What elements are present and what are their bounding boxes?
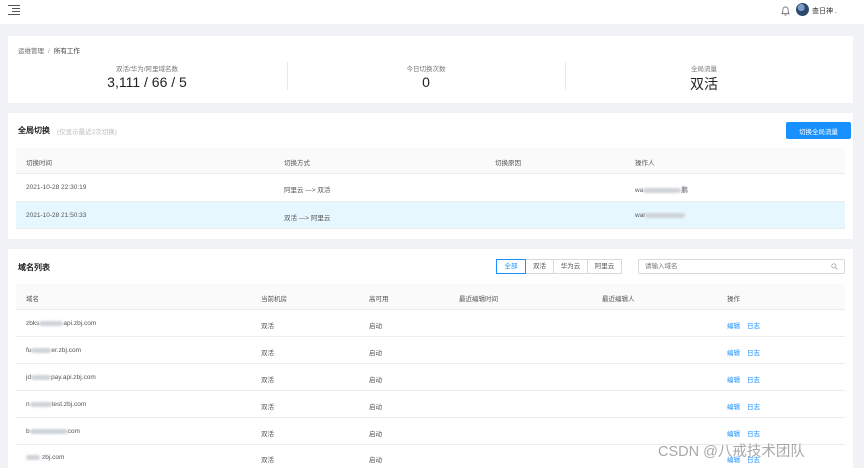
domain-list-card: 域名列表 全部 双活 华为云 阿里云 域名 当前机房 高可用 最近编辑时间 最近… <box>8 249 853 468</box>
avatar[interactable] <box>796 3 809 16</box>
high-availability: 启动 <box>369 431 382 438</box>
row-actions: 编辑 日志 <box>727 347 767 357</box>
csdn-watermark: CSDN @八戒技术团队 <box>658 444 805 460</box>
column-header: 高可用 <box>369 296 389 303</box>
search-icon[interactable] <box>831 263 838 270</box>
table-row[interactable]: n test.zbj.com 双活 启动 编辑 日志 <box>16 391 845 418</box>
current-room: 双活 <box>261 404 274 411</box>
stat-value: 双活 <box>690 76 718 92</box>
column-header: 当前机房 <box>261 296 287 303</box>
column-header: 操作 <box>727 296 740 303</box>
divider <box>287 62 288 90</box>
breadcrumb-current: 所有工作 <box>53 48 80 55</box>
log-link[interactable]: 日志 <box>747 377 760 384</box>
high-availability: 启动 <box>369 350 382 357</box>
domain-name: zbj.com <box>26 454 64 461</box>
domain-name: zbks api.zbj.com <box>26 320 97 327</box>
column-header: 切换原因 <box>495 160 521 167</box>
high-availability: 启动 <box>369 404 382 411</box>
top-bar: 查日神 . <box>0 0 864 24</box>
edit-link[interactable]: 编辑 <box>727 404 740 411</box>
edit-link[interactable]: 编辑 <box>727 323 740 330</box>
column-header: 切换时间 <box>26 160 52 167</box>
stat-switch-count: 今日切换次数 0 <box>336 63 516 90</box>
switch-method: 双活 —> 阿里云 <box>284 215 331 222</box>
row-actions: 编辑 日志 <box>727 320 767 330</box>
switch-global-traffic-button[interactable]: 切换全局流量 <box>786 122 851 139</box>
stat-value: 0 <box>422 74 430 90</box>
divider <box>565 62 566 90</box>
log-link[interactable]: 日志 <box>747 323 760 330</box>
domain-name: fu er.zbj.com <box>26 347 82 354</box>
filter-active-active[interactable]: 双活 <box>525 259 554 274</box>
stat-global-traffic: 全局流量 双活 <box>614 63 794 94</box>
current-room: 双活 <box>261 377 274 384</box>
breadcrumb-parent[interactable]: 运维管理 <box>18 48 44 55</box>
domain-name: jd pay.api.zbj.com <box>26 374 96 381</box>
column-header: 域名 <box>26 296 39 303</box>
stat-value: 3,111 / 66 / 5 <box>107 74 187 90</box>
filter-aliyun[interactable]: 阿里云 <box>587 259 622 274</box>
domain-name: b com <box>26 428 80 435</box>
section-title: 域名列表 <box>18 263 50 272</box>
filter-all[interactable]: 全部 <box>496 259 526 274</box>
table-row[interactable]: 2021-10-28 21:50:33 双活 —> 阿里云 war <box>16 202 845 229</box>
log-link[interactable]: 日志 <box>747 431 760 438</box>
domain-name: n test.zbj.com <box>26 401 87 408</box>
row-actions: 编辑 日志 <box>727 374 767 384</box>
table-row[interactable]: jd pay.api.zbj.com 双活 启动 编辑 日志 <box>16 364 845 391</box>
stat-label: 全局流量 <box>691 66 717 73</box>
bell-icon[interactable] <box>781 6 790 16</box>
high-availability: 启动 <box>369 377 382 384</box>
column-header: 操作人 <box>635 160 655 167</box>
log-link[interactable]: 日志 <box>747 350 760 357</box>
current-room: 双活 <box>261 323 274 330</box>
edit-link[interactable]: 编辑 <box>727 377 740 384</box>
stat-label: 今日切换次数 <box>406 66 446 73</box>
section-title: 全局切换 <box>18 126 50 135</box>
column-header: 最近编辑时间 <box>459 296 498 303</box>
current-room: 双活 <box>261 431 274 438</box>
table-row[interactable]: 2021-10-28 22:30:19 阿里云 —> 双活 wa 鹏 <box>16 174 845 202</box>
domain-table-header: 域名 当前机房 高可用 最近编辑时间 最近编辑人 操作 <box>16 284 845 310</box>
high-availability: 启动 <box>369 457 382 464</box>
summary-card: 运维管理 / 所有工作 双活/华为/阿里域名数 3,111 / 66 / 5 今日切… <box>8 36 853 103</box>
breadcrumb: 运维管理 / 所有工作 <box>18 48 80 55</box>
user-name[interactable]: 查日神 . <box>812 6 837 16</box>
table-row[interactable]: zbks api.zbj.com 双活 启动 编辑 日志 <box>16 310 845 337</box>
row-actions: 编辑 日志 <box>727 401 767 411</box>
current-room: 双活 <box>261 350 274 357</box>
stat-label: 双活/华为/阿里域名数 <box>115 66 179 73</box>
operator: war <box>635 212 686 219</box>
table-row[interactable]: fu er.zbj.com 双活 启动 编辑 日志 <box>16 337 845 364</box>
global-switch-card: 全局切换 (仅显示最近2次切换) 切换全局流量 切换时间 切换方式 切换原因 操… <box>8 113 853 239</box>
switch-time: 2021-10-28 21:50:33 <box>26 212 87 219</box>
column-header: 切换方式 <box>284 160 310 167</box>
log-link[interactable]: 日志 <box>747 404 760 411</box>
switch-table-header: 切换时间 切换方式 切换原因 操作人 <box>16 148 845 174</box>
edit-link[interactable]: 编辑 <box>727 350 740 357</box>
switch-method: 阿里云 —> 双活 <box>284 187 331 194</box>
domain-search-input[interactable] <box>638 259 845 274</box>
current-room: 双活 <box>261 457 274 464</box>
high-availability: 启动 <box>369 323 382 330</box>
filter-huawei-cloud[interactable]: 华为云 <box>553 259 588 274</box>
switch-time: 2021-10-28 22:30:19 <box>26 184 87 191</box>
stat-domain-count: 双活/华为/阿里域名数 3,111 / 66 / 5 <box>57 63 237 90</box>
operator: wa 鹏 <box>635 187 688 194</box>
menu-toggle-icon[interactable] <box>8 4 20 15</box>
room-filter-group: 全部 双活 华为云 阿里云 <box>496 259 622 274</box>
edit-link[interactable]: 编辑 <box>727 431 740 438</box>
column-header: 最近编辑人 <box>602 296 635 303</box>
section-hint: (仅显示最近2次切换) <box>57 129 117 136</box>
row-actions: 编辑 日志 <box>727 428 767 438</box>
